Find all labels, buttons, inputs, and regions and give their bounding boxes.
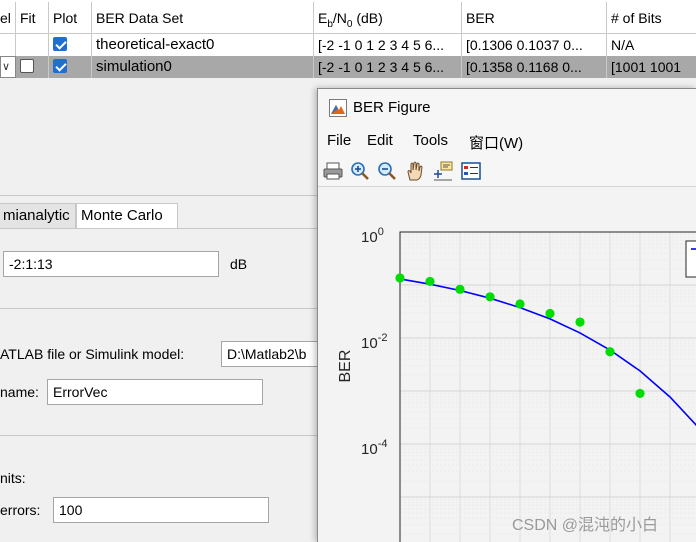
data-cursor-icon[interactable] (432, 160, 454, 182)
figure-title-bar[interactable]: BER Figure (318, 89, 696, 126)
legend-box[interactable] (685, 240, 696, 278)
row-label-cell (0, 34, 16, 56)
print-icon[interactable] (322, 160, 344, 182)
menu-tools[interactable]: Tools (413, 132, 448, 149)
col-header-bits[interactable]: # of Bits (607, 2, 696, 34)
ber-plot[interactable]: 100 10-2 10-4 BER (318, 187, 696, 542)
col-header-ebno[interactable]: Eb/N0 (dB) (314, 2, 462, 34)
fit-cell (16, 34, 49, 56)
figure-title: BER Figure (353, 99, 431, 116)
ebno-cell[interactable]: [-2 -1 0 1 2 3 4 5 6... (314, 56, 462, 78)
figure-menu-bar: File Edit Tools 窗口(W) (318, 126, 696, 156)
plot-checkbox[interactable] (53, 37, 67, 51)
data-point-simulation (635, 388, 645, 399)
fit-cell (16, 56, 49, 78)
ber-cell[interactable]: [0.1306 0.1037 0... (462, 34, 607, 56)
table-row-selected[interactable]: ∨ simulation0 [-2 -1 0 1 2 3 4 5 6... [0… (0, 56, 696, 78)
tab-monte-carlo[interactable]: Monte Carlo (76, 203, 178, 229)
plot-checkbox[interactable] (53, 59, 67, 73)
limits-label: nits: (0, 470, 26, 486)
legend-icon[interactable] (460, 160, 482, 182)
bits-cell[interactable]: [1001 1001 (607, 56, 696, 78)
col-header-label[interactable]: el (0, 2, 16, 34)
menu-file[interactable]: File (327, 132, 351, 149)
ber-figure-window[interactable]: BER Figure File Edit Tools 窗口(W) 100 10-… (317, 88, 696, 542)
table-row[interactable]: theoretical-exact0 [-2 -1 0 1 2 3 4 5 6.… (0, 34, 696, 57)
data-point-simulation (515, 299, 525, 309)
chevron-down-icon[interactable]: ∨ (2, 58, 15, 76)
zoom-out-icon[interactable] (376, 160, 398, 182)
data-point-simulation (605, 347, 615, 357)
y-tick-label: 100 (361, 226, 384, 246)
col-header-plot[interactable]: Plot (49, 2, 92, 34)
ber-data-table: el Fit Plot BER Data Set Eb/N0 (dB) BER … (0, 0, 696, 78)
menu-window[interactable]: 窗口(W) (469, 132, 523, 153)
data-point-simulation (425, 276, 435, 287)
ebno-unit-label: dB (230, 256, 248, 272)
watermark-text: CSDN @混沌的小白 (512, 517, 659, 534)
axes-box (399, 231, 696, 542)
model-label: ATLAB file or Simulink model: (0, 346, 185, 362)
row-label-cell[interactable]: ∨ (0, 56, 16, 78)
data-point-simulation (455, 284, 465, 294)
data-point-simulation (545, 308, 555, 319)
bits-cell[interactable]: N/A (607, 34, 696, 56)
y-tick-label: 10-4 (361, 438, 387, 458)
col-header-ber[interactable]: BER (462, 2, 607, 34)
errors-label: errors: (0, 502, 41, 518)
dataset-name-cell[interactable]: simulation0 (92, 56, 314, 78)
figure-toolbar (318, 156, 696, 187)
variable-name-input[interactable]: ErrorVec (47, 379, 263, 405)
col-header-fit[interactable]: Fit (16, 2, 49, 34)
dataset-name-cell[interactable]: theoretical-exact0 (92, 34, 314, 56)
pan-hand-icon[interactable] (404, 160, 426, 182)
figure-canvas: 100 10-2 10-4 BER (318, 187, 696, 542)
model-path-input[interactable]: D:\Matlab2\b (221, 341, 321, 367)
y-tick-labels: 100 10-2 10-4 (361, 226, 387, 458)
ebno-cell[interactable]: [-2 -1 0 1 2 3 4 5 6... (314, 34, 462, 56)
variable-name-label: name: (0, 384, 39, 400)
plot-cell (49, 56, 92, 78)
col-header-ber-data-set[interactable]: BER Data Set (92, 2, 314, 34)
section-divider (0, 435, 320, 436)
grid-layer (399, 231, 696, 542)
tab-strip-line (0, 228, 320, 229)
menu-edit[interactable]: Edit (367, 132, 393, 149)
data-point-simulation (485, 292, 495, 302)
y-axis-label: BER (337, 350, 354, 383)
panel-divider (0, 195, 320, 196)
zoom-in-icon[interactable] (349, 160, 371, 182)
y-tick-label: 10-2 (361, 332, 387, 352)
errors-input[interactable]: 100 (53, 497, 269, 523)
data-point-simulation (575, 317, 585, 327)
section-divider (0, 308, 320, 309)
fit-checkbox[interactable] (20, 59, 34, 73)
data-point-simulation (395, 273, 405, 283)
plot-cell (49, 34, 92, 56)
ber-cell[interactable]: [0.1358 0.1168 0... (462, 56, 607, 78)
matlab-figure-icon (329, 99, 347, 117)
ebno-range-input[interactable]: -2:1:13 (3, 251, 219, 277)
tab-semianalytic[interactable]: mianalytic (0, 203, 76, 229)
